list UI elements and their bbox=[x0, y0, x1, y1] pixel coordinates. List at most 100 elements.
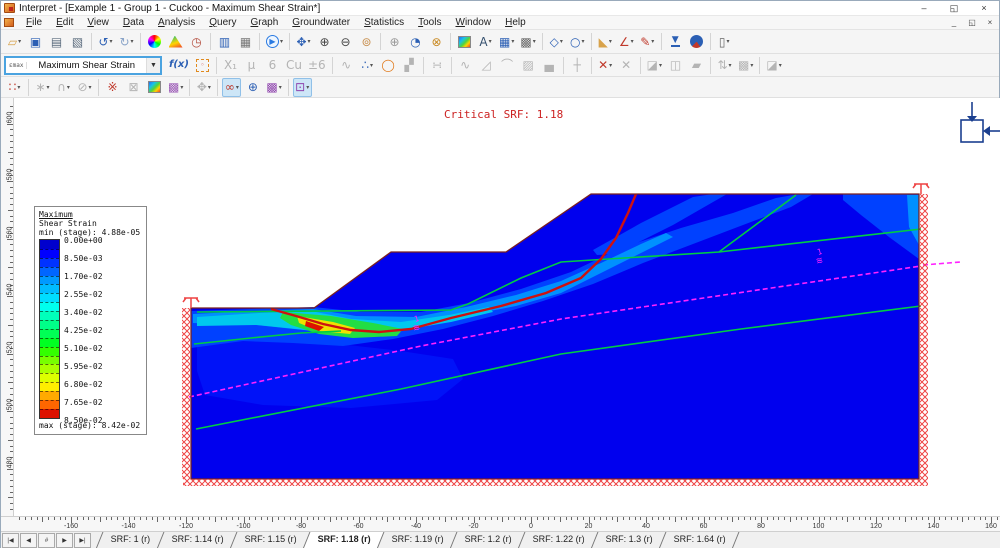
material-pattern-button[interactable]: ▩▾ bbox=[166, 78, 185, 97]
info-viewer-button[interactable] bbox=[687, 32, 706, 51]
stage-tab[interactable]: SRF: 1 (r) bbox=[96, 532, 163, 548]
dropdown-caret-icon[interactable]: ▾ bbox=[236, 84, 239, 91]
stage-tab[interactable]: SRF: 1.18 (r) bbox=[302, 532, 383, 548]
dropdown-caret-icon[interactable]: ▾ bbox=[208, 84, 211, 91]
sigma-button[interactable]: 6 bbox=[263, 56, 282, 75]
zoom-out-button[interactable]: ⊖ bbox=[336, 32, 355, 51]
dropdown-caret-icon[interactable]: ▾ bbox=[280, 38, 283, 45]
restore-button[interactable]: ◱ bbox=[939, 3, 969, 14]
zoom-pan-button[interactable]: ⊚ bbox=[357, 32, 376, 51]
flow-vectors-button[interactable]: ⇅▾ bbox=[715, 56, 734, 75]
bolt-pattern-button[interactable]: ▩▾ bbox=[264, 78, 283, 97]
stage-tab[interactable]: SRF: 1.2 (r) bbox=[449, 532, 524, 548]
redo-button[interactable]: ↻▾ bbox=[117, 32, 136, 51]
menu-view[interactable]: View bbox=[80, 16, 116, 29]
area-copy-button[interactable]: ◫ bbox=[666, 56, 685, 75]
box-plot-button[interactable]: ▨ bbox=[519, 56, 538, 75]
plusminus-button[interactable]: ±6 bbox=[306, 56, 328, 75]
area-fill-button[interactable]: ▰ bbox=[687, 56, 706, 75]
zoom-all-button[interactable]: ⊕ bbox=[385, 32, 404, 51]
stage-tab[interactable]: SRF: 1.14 (r) bbox=[156, 532, 236, 548]
dropdown-caret-icon[interactable]: ▾ bbox=[89, 84, 92, 91]
draw-polygon-button[interactable]: ◇▾ bbox=[547, 32, 566, 51]
line-graph-button[interactable]: ∿ bbox=[456, 56, 475, 75]
dropdown-caret-icon[interactable]: ▾ bbox=[609, 38, 612, 45]
prev-tab-button[interactable]: ◀ bbox=[20, 533, 37, 548]
data-type-combobox[interactable]: εmax Maximum Shear Strain ▼ bbox=[4, 56, 162, 75]
open-file-button[interactable]: ▱▾ bbox=[5, 32, 24, 51]
menu-window[interactable]: Window bbox=[448, 16, 498, 29]
window-box-button[interactable]: ⊠ bbox=[124, 78, 143, 97]
stage-clock-button[interactable]: ◷ bbox=[187, 32, 206, 51]
dropdown-caret-icon[interactable]: ▾ bbox=[370, 62, 373, 69]
pick-values-button[interactable]: ∺ bbox=[428, 56, 447, 75]
select-arch-button[interactable]: ∩▾ bbox=[54, 78, 73, 97]
menu-graph[interactable]: Graph bbox=[244, 16, 286, 29]
stage-tab[interactable]: SRF: 1.15 (r) bbox=[229, 532, 309, 548]
axes-button[interactable]: ┼ bbox=[568, 56, 587, 75]
stage-tab[interactable]: SRF: 1.19 (r) bbox=[376, 532, 456, 548]
water-table-button[interactable]: ▼ bbox=[666, 32, 685, 51]
cu-button[interactable]: Cu bbox=[284, 56, 304, 75]
dropdown-caret-icon[interactable]: ▾ bbox=[581, 38, 584, 45]
stage-tab[interactable]: SRF: 1.64 (r) bbox=[658, 532, 739, 548]
draw-polyline-button[interactable]: ○▾ bbox=[568, 32, 587, 51]
dropdown-caret-icon[interactable]: ▾ bbox=[67, 84, 70, 91]
save-button[interactable]: ▣ bbox=[26, 32, 45, 51]
pan-hand-button[interactable]: ✥▾ bbox=[194, 78, 213, 97]
minimize-button[interactable]: – bbox=[909, 3, 939, 14]
dropdown-caret-icon[interactable]: ▾ bbox=[47, 84, 50, 91]
dropdown-caret-icon[interactable]: ▾ bbox=[511, 38, 514, 45]
strength-clear-button[interactable]: ✕ bbox=[617, 56, 636, 75]
dropdown-caret-icon[interactable]: ▾ bbox=[631, 38, 634, 45]
query-points-button[interactable]: ∴▾ bbox=[358, 56, 377, 75]
area-graph-button[interactable]: ◪▾ bbox=[645, 56, 664, 75]
user-function-button[interactable]: f(x) bbox=[167, 56, 191, 75]
zoom-window-button[interactable]: ◔ bbox=[406, 32, 425, 51]
delete-drawing-button[interactable]: ▯▾ bbox=[715, 32, 734, 51]
export-image-button[interactable]: ▧ bbox=[68, 32, 87, 51]
zoom-in-button[interactable]: ⊕ bbox=[315, 32, 334, 51]
strength-factor-button[interactable]: ✕▾ bbox=[596, 56, 615, 75]
dropdown-caret-icon[interactable]: ▾ bbox=[306, 84, 309, 91]
menu-groundwater[interactable]: Groundwater bbox=[285, 16, 357, 29]
contour-range-button[interactable] bbox=[455, 32, 474, 51]
menu-file[interactable]: File bbox=[19, 16, 49, 29]
image-capture-button[interactable]: ▦ bbox=[236, 32, 255, 51]
split-view-button[interactable]: ▥ bbox=[215, 32, 234, 51]
pattern-overlay-button[interactable]: ▩▾ bbox=[736, 56, 755, 75]
dropdown-caret-icon[interactable]: ▾ bbox=[727, 38, 730, 45]
dropdown-caret-icon[interactable]: ▾ bbox=[750, 62, 753, 69]
stage-tab[interactable]: SRF: 1.22 (r) bbox=[517, 532, 597, 548]
tab-list-button[interactable]: # bbox=[38, 533, 55, 548]
graph-history-button[interactable]: ∿ bbox=[337, 56, 356, 75]
menu-help[interactable]: Help bbox=[498, 16, 533, 29]
measure-dimension-button[interactable]: ✎▾ bbox=[638, 32, 657, 51]
menu-query[interactable]: Query bbox=[202, 16, 243, 29]
dropdown-caret-icon[interactable]: ▾ bbox=[110, 38, 113, 45]
section-graph-button[interactable]: ◪▾ bbox=[764, 56, 783, 75]
select-none-button[interactable]: ⊘▾ bbox=[75, 78, 94, 97]
dropdown-caret-icon[interactable]: ▾ bbox=[659, 62, 662, 69]
first-tab-button[interactable]: |◀ bbox=[2, 533, 19, 548]
child-close-button[interactable]: × bbox=[981, 18, 999, 27]
menu-statistics[interactable]: Statistics bbox=[357, 16, 411, 29]
histogram-button[interactable]: ▄ bbox=[540, 56, 559, 75]
dropdown-caret-icon[interactable]: ▾ bbox=[18, 38, 21, 45]
add-text-button[interactable]: A▾ bbox=[476, 32, 495, 51]
dropdown-caret-icon[interactable]: ▾ bbox=[609, 62, 612, 69]
zoom-extents-button[interactable]: ✥▾ bbox=[294, 32, 313, 51]
last-tab-button[interactable]: ▶| bbox=[74, 533, 91, 548]
ramp-graph-button[interactable]: ◿ bbox=[477, 56, 496, 75]
combobox-dropdown-icon[interactable]: ▼ bbox=[146, 58, 160, 73]
boxed-region-button[interactable]: ⊡▾ bbox=[293, 78, 312, 97]
next-tab-button[interactable]: ▶ bbox=[56, 533, 73, 548]
dropdown-caret-icon[interactable]: ▾ bbox=[560, 38, 563, 45]
contour-legend-button[interactable] bbox=[166, 32, 185, 51]
close-button[interactable]: × bbox=[969, 3, 999, 14]
dropdown-caret-icon[interactable]: ▾ bbox=[308, 38, 311, 45]
mesh-display-button[interactable]: ※ bbox=[103, 78, 122, 97]
scatter-bars-button[interactable]: ▞ bbox=[400, 56, 419, 75]
dropdown-caret-icon[interactable]: ▾ bbox=[489, 38, 492, 45]
add-vertex-button[interactable]: ⊕ bbox=[243, 78, 262, 97]
